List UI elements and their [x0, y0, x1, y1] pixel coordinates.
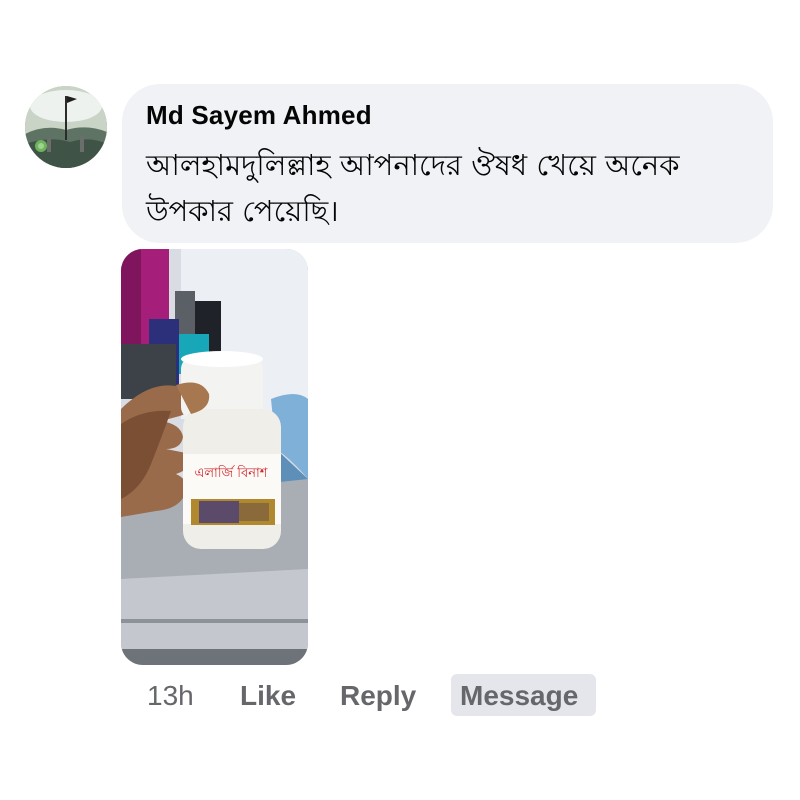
- timestamp[interactable]: 13h: [147, 680, 194, 712]
- reply-button[interactable]: Reply: [340, 680, 416, 712]
- message-button[interactable]: Message: [451, 674, 596, 716]
- comment-text: আলহামদুলিল্লাহ আপনাদের ঔষধ খেয়ে অনেক উপ…: [146, 148, 680, 228]
- comment-author[interactable]: Md Sayem Ahmed: [146, 100, 372, 131]
- comment-bubble: Md Sayem Ahmed আলহামদুলিল্লাহ আপনাদের ঔষ…: [122, 84, 773, 243]
- avatar[interactable]: [25, 86, 107, 168]
- comment-actions: 13h Like Reply Message: [0, 672, 800, 722]
- avatar-image: [25, 86, 107, 168]
- comment-item: Md Sayem Ahmed আলহামদুলিল্লাহ আপনাদের ঔষ…: [0, 0, 800, 800]
- bottle-label: এলার্জি বিনাশ: [194, 465, 267, 481]
- message-button-label: Message: [460, 680, 579, 711]
- medicine-bottle-photo: এলার্জি বিনাশ: [121, 249, 308, 665]
- comment-photo[interactable]: এলার্জি বিনাশ: [121, 249, 308, 665]
- like-button[interactable]: Like: [240, 680, 296, 712]
